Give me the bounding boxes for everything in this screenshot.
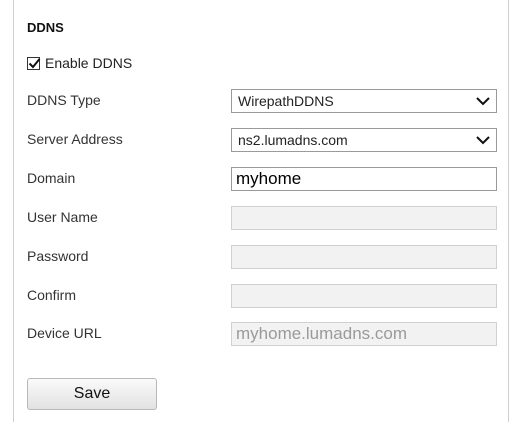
domain-input[interactable]: myhome [231, 167, 497, 191]
confirm-label: Confirm [27, 287, 77, 303]
user-name-label: User Name [27, 209, 98, 225]
confirm-input [231, 284, 497, 308]
save-button[interactable]: Save [27, 378, 157, 410]
ddns-type-select[interactable]: WirepathDDNS [231, 89, 497, 113]
enable-ddns-checkbox[interactable] [27, 56, 41, 70]
check-icon [28, 57, 41, 68]
password-input [231, 245, 497, 269]
section-title: DDNS [27, 20, 64, 35]
user-name-input [231, 206, 497, 230]
server-address-label: Server Address [27, 131, 123, 147]
device-url-input: myhome.lumadns.com [231, 322, 497, 346]
ddns-type-value: WirepathDDNS [238, 93, 334, 109]
ddns-type-label: DDNS Type [27, 92, 101, 108]
device-url-label: Device URL [27, 325, 102, 341]
chevron-down-icon [476, 136, 490, 145]
password-label: Password [27, 248, 89, 264]
server-address-value: ns2.lumadns.com [238, 132, 348, 148]
enable-ddns-row[interactable]: Enable DDNS [27, 54, 132, 72]
domain-label: Domain [27, 170, 76, 186]
chevron-down-icon [476, 97, 490, 106]
enable-ddns-label: Enable DDNS [45, 55, 133, 71]
server-address-select[interactable]: ns2.lumadns.com [231, 128, 497, 152]
